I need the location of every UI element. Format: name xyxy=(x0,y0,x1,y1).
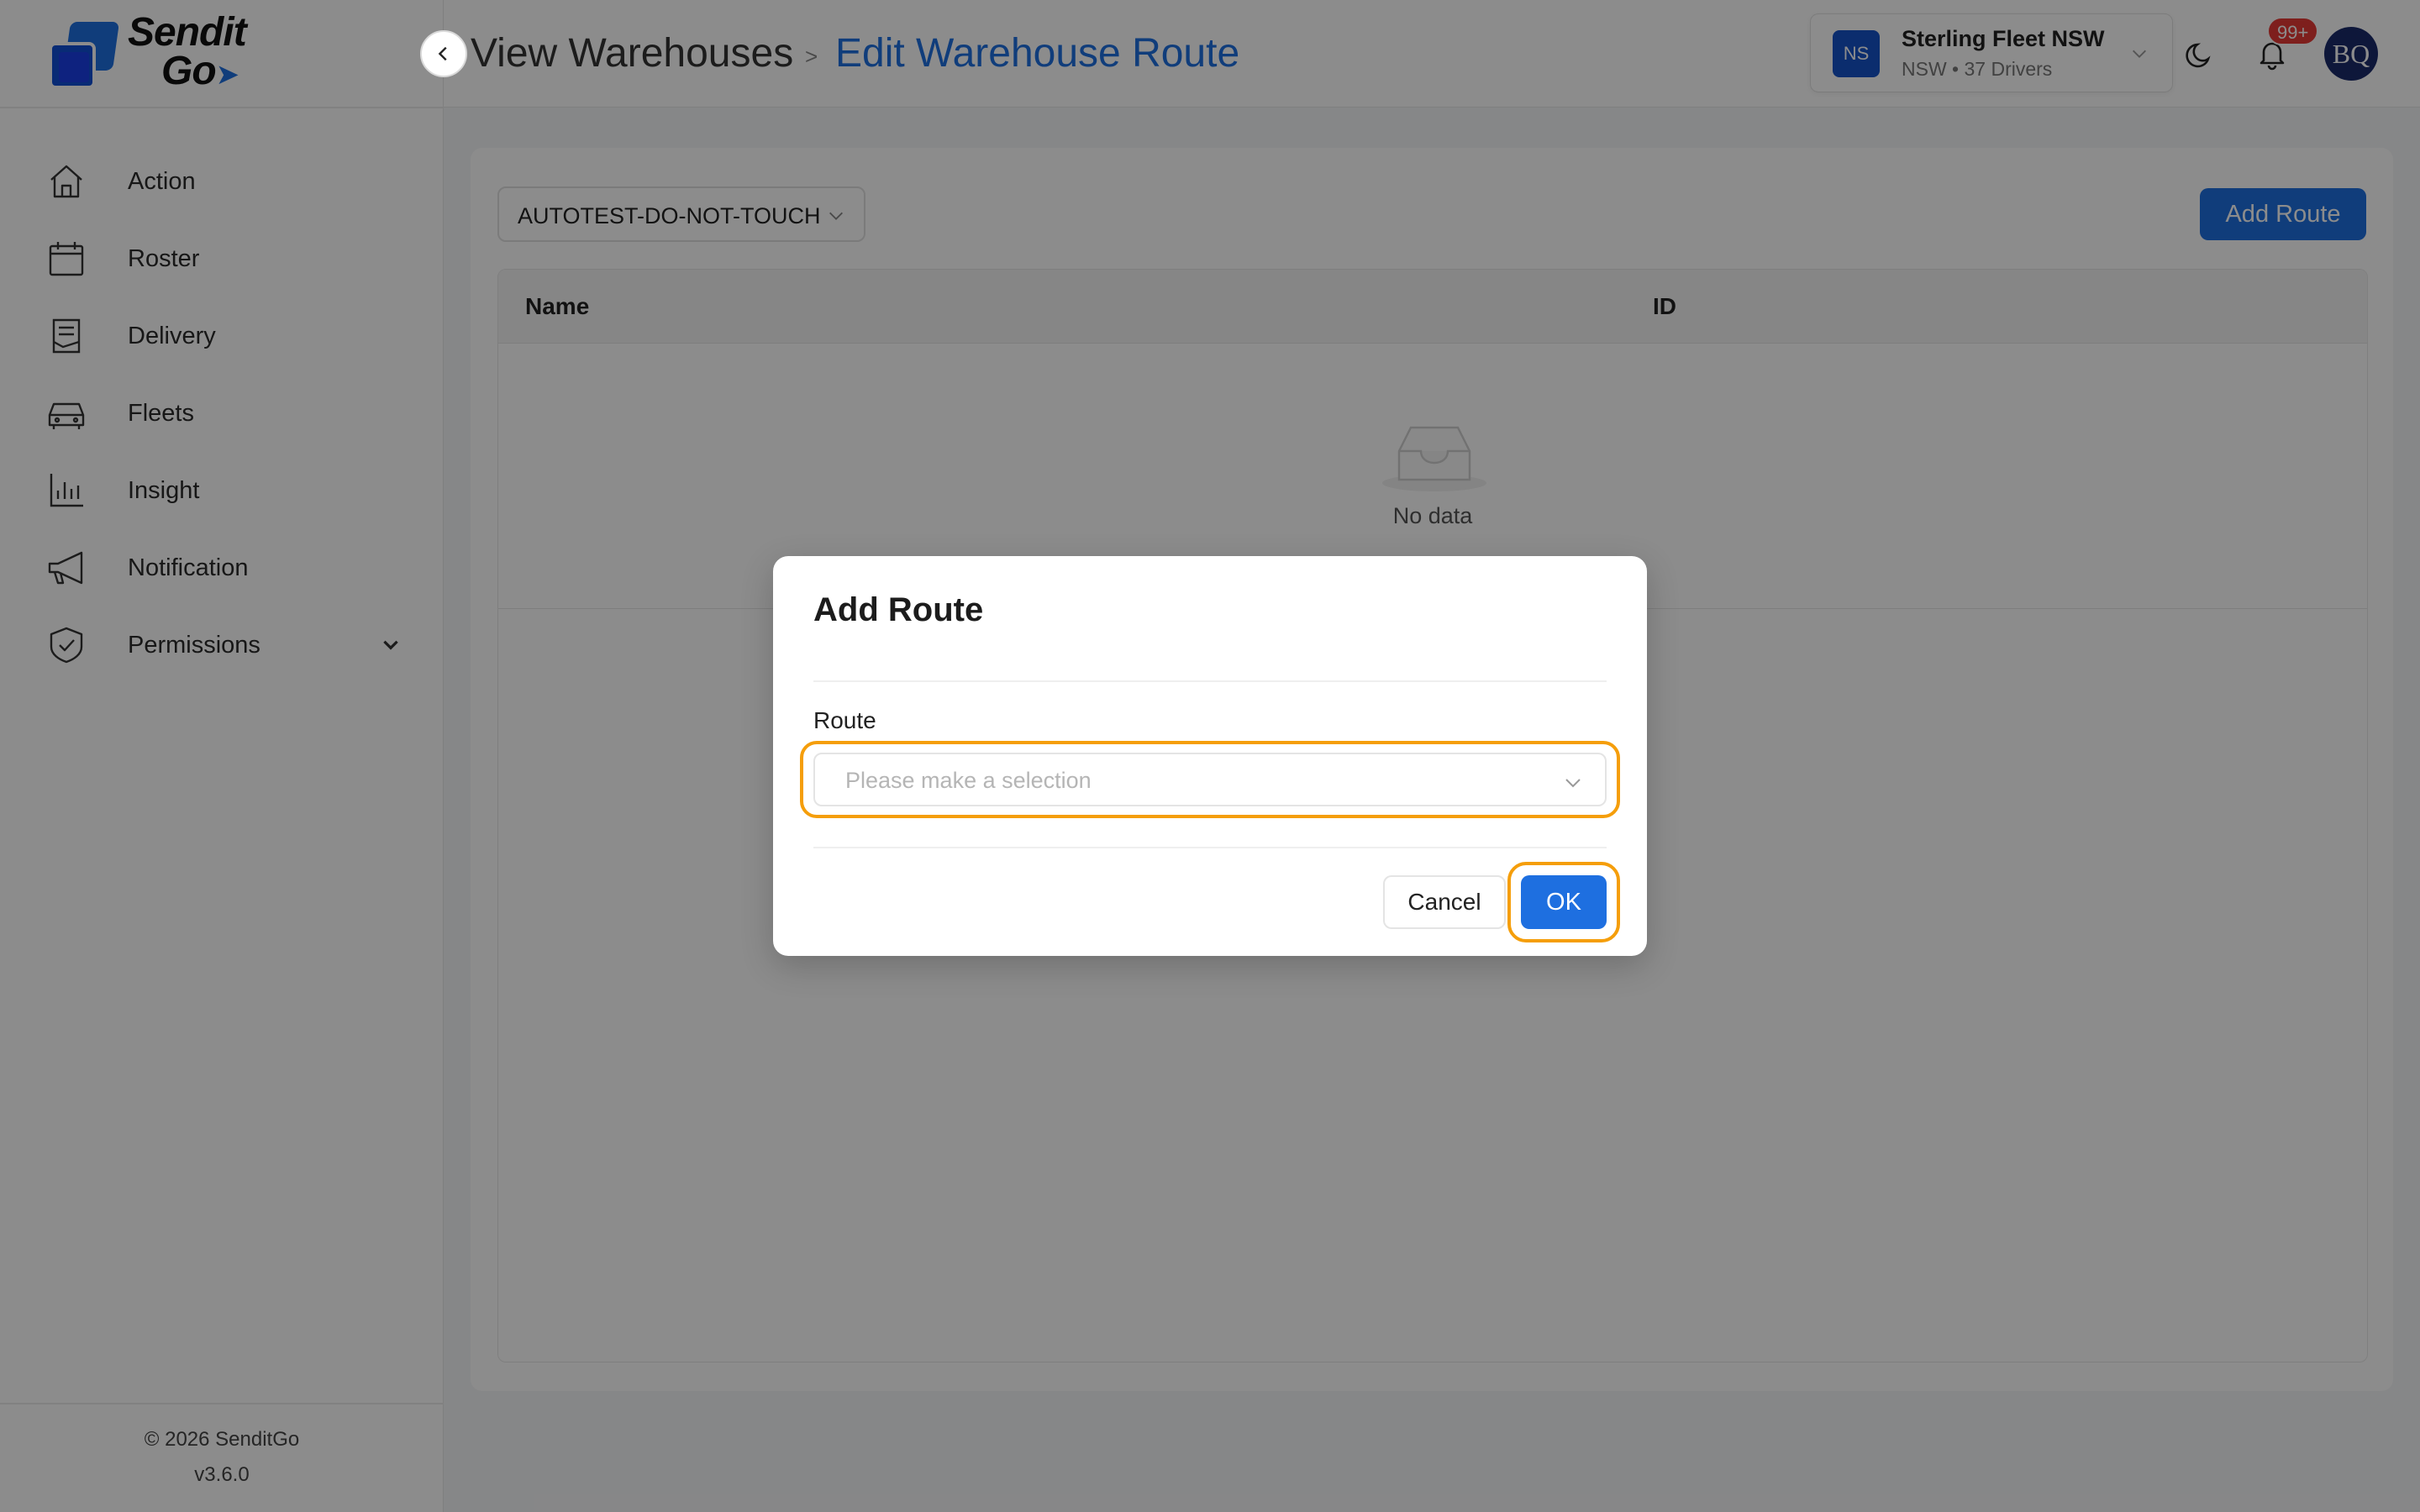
modal-divider xyxy=(813,680,1607,682)
chevron-down-icon xyxy=(1565,779,1581,788)
add-route-modal: Add Route Route Please make a selection … xyxy=(773,556,1647,956)
route-select-placeholder: Please make a selection xyxy=(845,768,1092,793)
sidebar-collapse-button[interactable] xyxy=(420,30,467,77)
cancel-button[interactable]: Cancel xyxy=(1383,875,1506,929)
ok-button-highlight: OK xyxy=(1507,862,1620,942)
route-select[interactable]: Please make a selection xyxy=(813,753,1607,806)
chevron-left-icon xyxy=(438,46,447,61)
route-select-highlight: Please make a selection xyxy=(800,741,1620,818)
route-field-label: Route xyxy=(813,707,876,733)
modal-divider xyxy=(813,847,1607,848)
modal-title: Add Route xyxy=(813,591,984,628)
ok-button[interactable]: OK xyxy=(1521,875,1607,929)
